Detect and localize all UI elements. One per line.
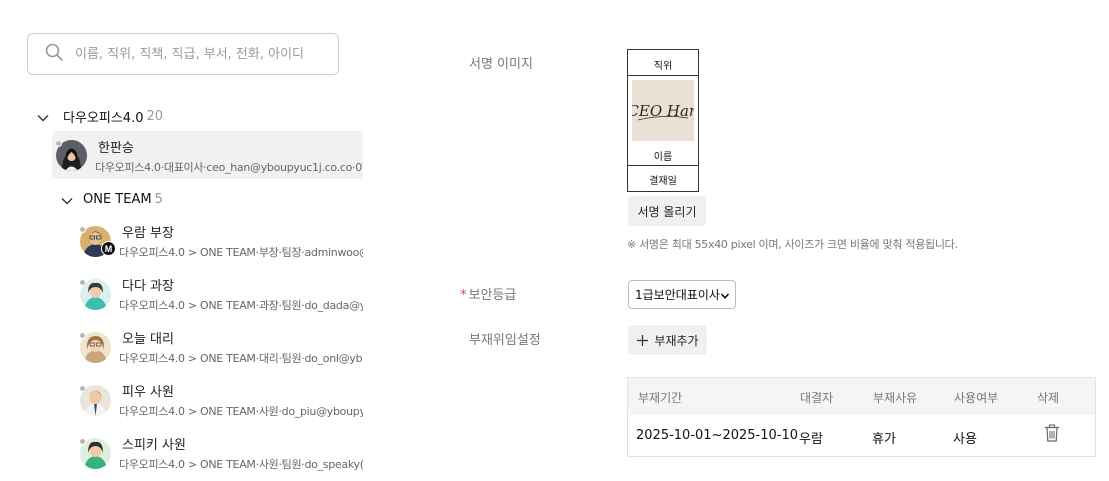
member-detail: 다우오피스4.0 > ONE TEAM·과장·팀원·do_dada@y (119, 299, 363, 312)
member-detail: 다우오피스4.0 > ONE TEAM·대리·팀원·do_onl@yb (119, 352, 363, 365)
col-header-delete: 삭제 (1037, 391, 1060, 405)
status-dot (79, 279, 86, 286)
org-tree: 다우오피스4.0 20 한판승 다우오피스4.0·대표이사·ceo_han@yb… (0, 0, 363, 481)
chevron-down-icon[interactable] (60, 193, 74, 207)
member-item[interactable]: 스피키 사원 다우오피스4.0 > ONE TEAM·사원·팀원·do_spea… (76, 432, 363, 480)
required-mark: * (460, 288, 467, 303)
col-header-period: 부재기간 (638, 391, 683, 405)
org-count: 20 (146, 109, 164, 124)
add-absence-label: 부재추가 (654, 333, 699, 348)
delegation-label: 부재위임설정 (469, 333, 541, 348)
security-level-value: 1급보안대표이사 (635, 288, 720, 302)
member-item[interactable]: 오늘 대리 다우오피스4.0 > ONE TEAM·대리·팀원·do_onl@y… (76, 326, 363, 374)
absence-table-header: 부재기간 대결자 부재사유 사용여부 삭제 (628, 378, 1095, 415)
status-dot (79, 385, 86, 392)
member-name: 다다 과장 (122, 279, 174, 294)
member-detail: 다우오피스4.0 > ONE TEAM·사원·팀원·do_speaky( (119, 458, 363, 471)
member-item[interactable]: 다다 과장 다우오피스4.0 > ONE TEAM·과장·팀원·do_dada@… (76, 273, 363, 321)
team-name: ONE TEAM (83, 192, 152, 207)
cell-use: 사용 (953, 432, 977, 447)
signature-name-cell: 이름 (653, 152, 673, 163)
status-dot (79, 438, 86, 445)
team-row[interactable]: ONE TEAM 5 (60, 192, 163, 207)
col-header-proxy: 대결자 (800, 391, 834, 405)
signature-position-cell: 직위 (653, 61, 673, 72)
org-name: 다우오피스4.0 (63, 111, 144, 126)
chevron-down-icon[interactable] (36, 110, 50, 124)
status-dot (79, 226, 86, 233)
member-detail: 다우오피스4.0·대표이사·ceo_han@yboupyuc1j.co.co·0… (95, 161, 363, 174)
member-name: 우람 부장 (122, 226, 174, 241)
security-level-select[interactable]: 1급보안대표이사 (628, 280, 736, 309)
member-name: 한판승 (98, 141, 134, 156)
status-dot (55, 140, 62, 147)
cell-reason: 휴가 (872, 432, 896, 447)
signature-label: 서명 이미지 (469, 57, 533, 72)
col-header-reason: 부재사유 (873, 391, 918, 405)
status-dot (79, 332, 86, 339)
col-header-use: 사용여부 (954, 391, 999, 405)
team-count: 5 (154, 192, 163, 207)
absence-table: 부재기간 대결자 부재사유 사용여부 삭제 2025-10-01~2025-10… (627, 377, 1096, 457)
signature-divider (628, 165, 698, 166)
member-item[interactable]: M 우람 부장 다우오피스4.0 > ONE TEAM·부장·팀장·adminw… (76, 220, 363, 268)
add-absence-button[interactable]: 부재추가 (628, 325, 707, 355)
member-name: 스피키 사원 (122, 438, 186, 453)
chevron-down-icon (720, 290, 730, 300)
upload-signature-button[interactable]: 서명 올리기 (628, 196, 706, 226)
signature-image: CEO Han (632, 80, 694, 141)
trash-icon[interactable] (1044, 424, 1060, 442)
signature-preview: 직위 CEO Han 이름 결재일 (627, 49, 699, 192)
cell-proxy: 우람 (799, 432, 823, 447)
security-label-text: 보안등급 (468, 288, 517, 303)
member-name: 오늘 대리 (122, 332, 174, 347)
security-label: * 보안등급 (460, 284, 516, 303)
cell-period: 2025-10-01~2025-10-10 (636, 428, 798, 443)
member-name: 피우 사원 (122, 385, 174, 400)
member-item[interactable]: 피우 사원 다우오피스4.0 > ONE TEAM·사원·do_piu@ybou… (76, 379, 363, 427)
signature-note: ※ 서명은 최대 55x40 pixel 이며, 사이즈가 크면 비율에 맞춰 … (627, 238, 958, 251)
member-detail: 다우오피스4.0 > ONE TEAM·사원·do_piu@yboupy (119, 405, 363, 418)
manager-badge: M (101, 241, 116, 256)
org-root-row[interactable]: 다우오피스4.0 20 (36, 107, 163, 126)
plus-icon (636, 334, 649, 347)
signature-divider (628, 75, 698, 76)
member-detail: 다우오피스4.0 > ONE TEAM·부장·팀장·adminwoo@ (119, 246, 363, 259)
signature-date-cell: 결재일 (649, 176, 677, 187)
member-item-selected[interactable]: 한판승 다우오피스4.0·대표이사·ceo_han@yboupyuc1j.co.… (52, 131, 363, 179)
